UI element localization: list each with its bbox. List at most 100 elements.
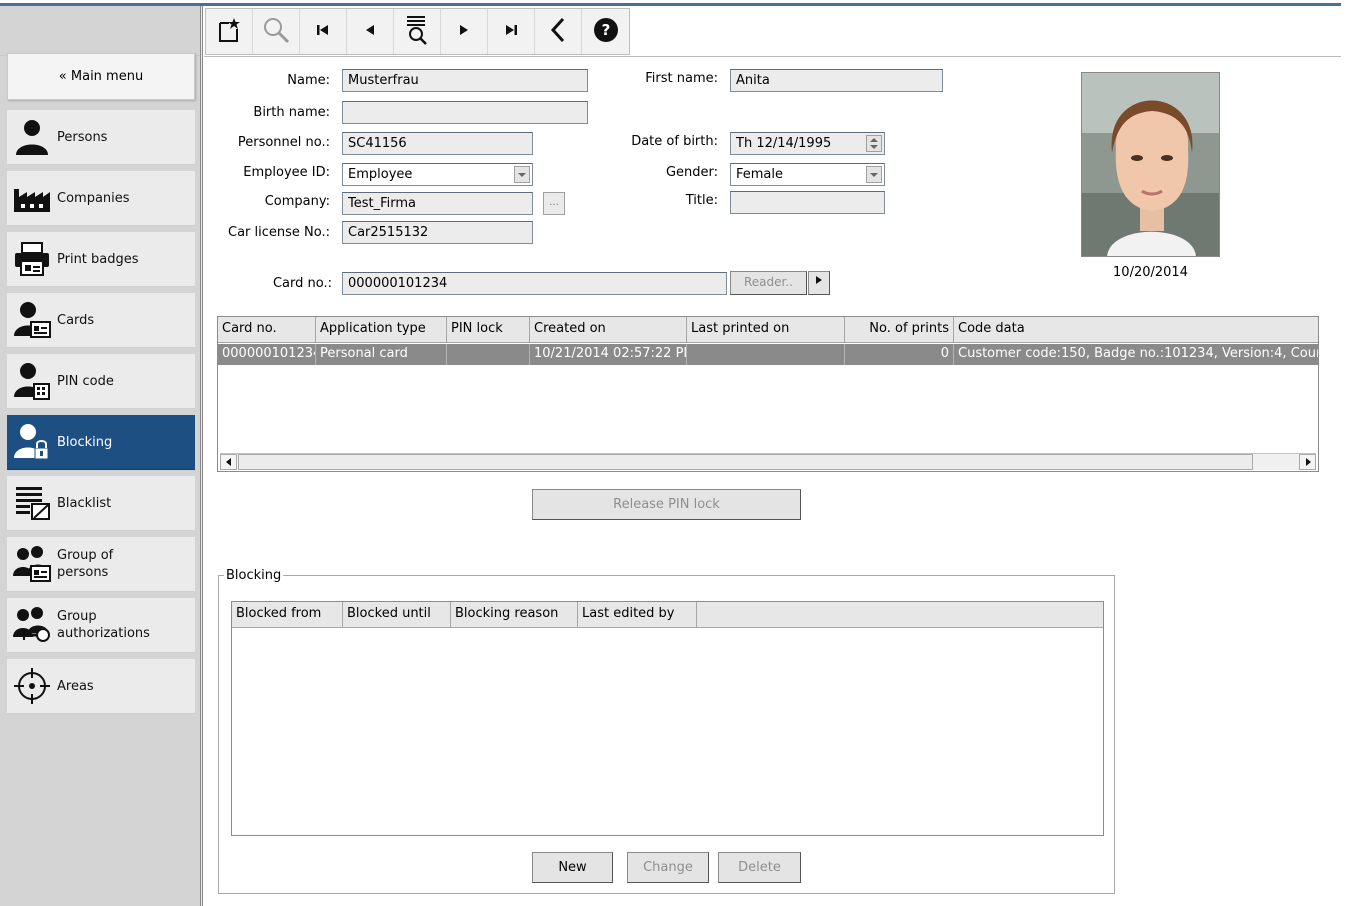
table-cell: 000000101234 [218, 344, 316, 365]
column-header[interactable]: Application type [316, 317, 447, 343]
printer-icon [7, 232, 57, 287]
reader-button[interactable]: Reader.. [730, 271, 807, 295]
card-no-field[interactable]: 000000101234 [342, 272, 727, 295]
column-header[interactable]: Last printed on [687, 317, 845, 343]
card-no-label: Card no.: [272, 276, 332, 291]
blocking-table[interactable]: Blocked from Blocked until Blocking reas… [231, 601, 1104, 836]
sidebar-item-companies[interactable]: Companies [7, 171, 195, 226]
cards-table[interactable]: Card no. Application type PIN lock Creat… [217, 316, 1319, 472]
next-record-button[interactable] [441, 9, 488, 54]
table-cell: Customer code:150, Badge no.:101234, Ver… [958, 346, 1319, 361]
title-field[interactable] [730, 191, 885, 214]
column-header[interactable]: Created on [530, 317, 687, 343]
help-icon: ? [593, 17, 619, 47]
sidebar-item-cards[interactable]: Cards [7, 293, 195, 348]
filter-search-icon [403, 14, 431, 50]
person-photo [1081, 72, 1220, 257]
birth-name-field[interactable] [342, 101, 588, 124]
company-label: Company: [264, 194, 330, 209]
gender-label: Gender: [665, 165, 718, 180]
search-button[interactable] [253, 9, 300, 54]
first-name-field[interactable]: Anita [730, 69, 943, 92]
name-label: Name: [287, 73, 330, 88]
sidebar-item-label: Cards [57, 312, 95, 328]
company-browse-button[interactable]: ... [543, 192, 565, 215]
splitter[interactable] [200, 6, 203, 906]
table-cell [447, 344, 530, 365]
back-icon [550, 17, 566, 47]
sidebar-item-label: Areas [57, 678, 94, 694]
table-cell [687, 344, 845, 365]
date-of-birth-field[interactable]: Th 12/14/1995 [730, 132, 885, 155]
toolbar-button-group: ? [205, 8, 630, 55]
sidebar-item-areas[interactable]: Areas [7, 659, 195, 714]
main-menu-button[interactable]: « Main menu [7, 53, 195, 100]
scroll-left-button[interactable] [220, 454, 237, 470]
sidebar-item-pin-code[interactable]: PIN code [7, 354, 195, 409]
person-keypad-icon [7, 354, 57, 409]
column-header[interactable]: Code data [954, 317, 1318, 343]
column-header[interactable]: PIN lock [447, 317, 530, 343]
sidebar-item-group-of-persons[interactable]: Group of persons [7, 537, 195, 592]
new-button[interactable]: New [532, 852, 613, 883]
last-record-button[interactable] [488, 9, 535, 54]
sidebar-item-label: Blacklist [57, 495, 112, 511]
table-cell: 10/21/2014 02:57:22 PM [530, 344, 687, 365]
horizontal-scrollbar[interactable] [220, 453, 1316, 470]
scroll-thumb[interactable] [238, 454, 1253, 470]
back-button[interactable] [535, 9, 582, 54]
car-license-label: Car license No.: [228, 225, 330, 240]
sidebar-item-label: Group authorizations [57, 609, 150, 641]
column-header[interactable]: Blocking reason [451, 602, 578, 628]
person-icon [7, 110, 57, 165]
factory-icon [7, 171, 57, 226]
name-field[interactable]: Musterfrau [342, 69, 588, 92]
delete-button[interactable]: Delete [718, 852, 801, 883]
svg-text:?: ? [601, 21, 610, 39]
date-spinner[interactable] [866, 135, 882, 152]
blocking-group-title: Blocking [224, 568, 284, 583]
sidebar-item-blocking[interactable]: Blocking [7, 415, 195, 470]
reader-menu-button[interactable] [808, 271, 830, 295]
column-header[interactable]: Card no. [218, 317, 316, 343]
next-record-icon [457, 23, 471, 41]
sidebar-item-persons[interactable]: Persons [7, 110, 195, 165]
group-key-icon [7, 598, 57, 653]
column-header[interactable]: Blocked from [232, 602, 343, 628]
previous-record-button[interactable] [347, 9, 394, 54]
sidebar-item-label: Print badges [57, 251, 139, 267]
gender-select[interactable]: Female [730, 163, 885, 186]
car-license-field[interactable]: Car2515132 [342, 221, 533, 244]
employee-id-value: Employee [348, 167, 413, 182]
employee-id-select[interactable]: Employee [342, 163, 533, 186]
table-row[interactable]: 000000101234 Personal card 10/21/2014 02… [218, 344, 1319, 365]
gender-value: Female [736, 167, 784, 182]
sidebar-item-print-badges[interactable]: Print badges [7, 232, 195, 287]
search-icon [261, 15, 291, 49]
first-record-button[interactable] [300, 9, 347, 54]
person-card-icon [7, 293, 57, 348]
personnel-no-field[interactable]: SC41156 [342, 132, 533, 155]
help-button[interactable]: ? [582, 9, 629, 54]
column-header[interactable]: Last edited by [578, 602, 697, 628]
column-header[interactable]: Blocked until [343, 602, 451, 628]
column-header[interactable]: No. of prints [845, 317, 954, 343]
crosshair-icon [7, 659, 57, 714]
chevron-down-icon[interactable] [514, 166, 530, 183]
sidebar-header [0, 6, 200, 56]
release-pin-lock-button[interactable]: Release PIN lock [532, 489, 801, 520]
company-field[interactable]: Test_Firma [342, 192, 533, 215]
change-button[interactable]: Change [627, 852, 709, 883]
filter-search-button[interactable] [394, 9, 441, 54]
last-record-icon [503, 23, 519, 41]
employee-id-label: Employee ID: [243, 165, 330, 180]
sidebar-item-label: Companies [57, 190, 130, 206]
toolbar: ? [204, 6, 1341, 57]
chevron-down-icon[interactable] [866, 166, 882, 183]
sidebar-item-group-authorizations[interactable]: Group authorizations [7, 598, 195, 653]
previous-record-icon [363, 23, 377, 41]
scroll-right-button[interactable] [1299, 454, 1316, 470]
sidebar-item-blacklist[interactable]: Blacklist [7, 476, 195, 531]
sidebar-item-label: PIN code [57, 373, 114, 389]
new-record-button[interactable] [206, 9, 253, 54]
